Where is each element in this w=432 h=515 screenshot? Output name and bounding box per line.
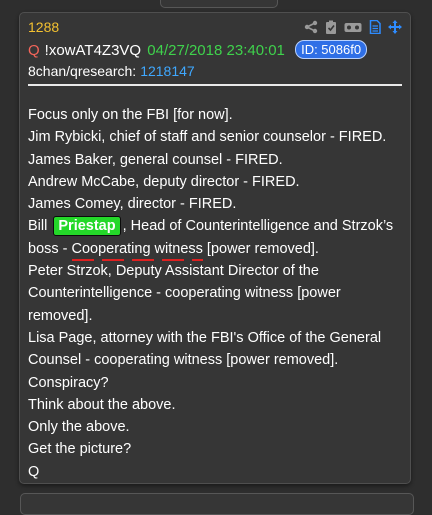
board-source: 8chan/qresearch: 1218147 xyxy=(28,63,195,79)
body-line: Conspiracy? xyxy=(28,374,109,391)
highlighted-name: Priestap xyxy=(53,216,121,237)
bill-suffix: , Head of Counterintelligence and Strzok… xyxy=(122,218,394,235)
body-line: Get the picture? xyxy=(28,441,132,458)
post-number: 1288 xyxy=(28,19,60,35)
poster-id-badge[interactable]: ID: 5086f0 xyxy=(295,40,368,59)
body-line: James Comey, director - FIRED. xyxy=(28,196,237,213)
body-line: Focus only on the FBI [for now]. xyxy=(28,107,233,123)
header-divider xyxy=(28,84,402,86)
boss-suffix: [power removed]. xyxy=(202,240,319,257)
document-icon[interactable] xyxy=(368,19,382,35)
next-post-edge xyxy=(20,493,414,515)
body-line: Counsel - cooperating witness [power rem… xyxy=(28,352,339,369)
body-line: Peter Strzok, Deputy Assistant Director … xyxy=(28,263,319,280)
underlined-phrase: Cooperating witness xyxy=(71,240,203,257)
move-arrows-icon[interactable] xyxy=(388,20,402,34)
clipboard-check-icon[interactable] xyxy=(324,20,338,34)
post-card: 1288 Q !xowAT4Z3VQ 04/27/2018 23:40:01 ID… xyxy=(19,12,411,484)
boss-prefix: boss - xyxy=(28,240,72,257)
body-line: Counterintelligence - cooperating witnes… xyxy=(28,285,341,302)
body-line-boss: boss - Cooperating witness [power remove… xyxy=(28,238,404,260)
body-line: Think about the above. xyxy=(28,396,176,413)
post-date: 04/27/2018 23:40:01 xyxy=(147,42,285,59)
body-line: Jim Rybicki, chief of staff and senior c… xyxy=(28,129,387,146)
body-line: Andrew McCabe, deputy director - FIRED. xyxy=(28,173,300,190)
vr-headset-icon[interactable] xyxy=(344,20,362,34)
post-toolbar xyxy=(304,19,402,35)
body-line-bill: Bill Priestap, Head of Counterintelligen… xyxy=(28,215,404,237)
bill-prefix: Bill xyxy=(28,218,52,235)
tripcode: !xowAT4Z3VQ xyxy=(44,42,142,59)
post-meta: Q !xowAT4Z3VQ 04/27/2018 23:40:01 ID: 508… xyxy=(28,40,368,59)
board-thread-link[interactable]: 1218147 xyxy=(140,63,195,79)
poster-name: Q xyxy=(28,42,40,59)
post-body: Focus only on the FBI [for now]. Jim Ryb… xyxy=(28,104,404,483)
body-line: Lisa Page, attorney with the FBI's Offic… xyxy=(28,329,382,346)
body-line: removed]. xyxy=(28,307,93,324)
body-line: Only the above. xyxy=(28,419,130,436)
previous-post-edge xyxy=(160,0,278,8)
body-signature: Q xyxy=(28,463,40,480)
board-name: 8chan/qresearch: xyxy=(28,63,137,79)
share-icon[interactable] xyxy=(304,20,318,34)
body-line: James Baker, general counsel - FIRED. xyxy=(28,151,283,168)
